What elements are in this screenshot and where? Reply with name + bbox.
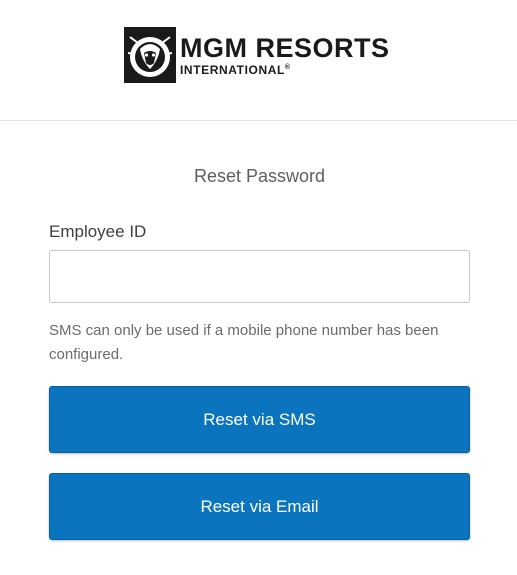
page-title: Reset Password <box>193 166 326 186</box>
employee-id-input[interactable] <box>49 250 470 303</box>
logo-sub-label: INTERNATIONAL <box>180 62 285 77</box>
reset-via-email-button[interactable]: Reset via Email <box>49 473 470 540</box>
employee-id-label: Employee ID <box>49 222 147 241</box>
header: MGM RESORTS INTERNATIONAL® <box>0 0 517 121</box>
mgm-resorts-logo: MGM RESORTS INTERNATIONAL® <box>124 27 390 83</box>
registered-mark: ® <box>284 63 291 71</box>
lion-head-icon <box>124 27 176 83</box>
logo-main-text: MGM RESORTS <box>180 32 390 63</box>
logo-sub-text: INTERNATIONAL® <box>180 64 390 76</box>
reset-via-sms-button[interactable]: Reset via SMS <box>49 386 470 453</box>
logo-wordmark: MGM RESORTS INTERNATIONAL® <box>180 32 390 76</box>
sms-hint-text: SMS can only be used if a mobile phone n… <box>49 322 439 363</box>
